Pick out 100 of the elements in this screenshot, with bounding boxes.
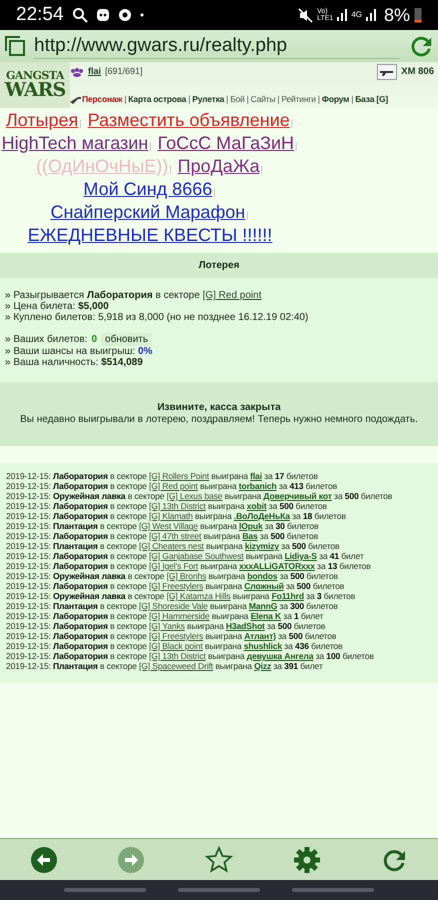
menu-link[interactable]: Рулетка — [192, 93, 224, 106]
tabs-icon[interactable] — [4, 35, 26, 57]
ad-link[interactable]: Снайперский Марафон — [50, 202, 246, 222]
player-link[interactable]: Qizz — [254, 661, 272, 671]
menu-link[interactable]: Персонаж — [82, 93, 122, 106]
menu-separator: | — [226, 93, 228, 106]
sector-link[interactable]: [G] 13th District — [149, 651, 206, 661]
player-link[interactable]: Bas — [242, 531, 258, 541]
player-link[interactable]: .ВоЛоДеНьКа — [234, 511, 290, 521]
sector-link[interactable]: [G] Bronhs — [166, 571, 206, 581]
player-link[interactable]: Сложный — [244, 581, 284, 591]
sector-link[interactable]: [G] Hammerside — [149, 611, 210, 621]
ad-link[interactable]: HighTech магазин — [2, 133, 148, 153]
player-link[interactable]: Атлант) — [244, 631, 276, 641]
sector-link[interactable]: [G] Rollers Point — [149, 471, 210, 481]
signal-icon — [337, 9, 348, 21]
sector-link[interactable]: [G] Red point — [202, 290, 262, 301]
player-link[interactable]: torbanich — [238, 481, 277, 491]
user-link[interactable]: flai — [88, 65, 102, 79]
sector-link[interactable]: [G] Katamza Hills — [166, 591, 230, 601]
sector-link[interactable]: [G] 13th District — [149, 501, 206, 511]
history-entry: 2019-12-15: Лаборатория в секторе [G] 47th street выиграна Bas за 500 билетов — [6, 531, 320, 541]
menu-link[interactable]: Форум — [322, 93, 350, 106]
ad-separator: | — [260, 164, 263, 174]
player-link[interactable]: bondos — [247, 571, 278, 581]
ad-separator: | — [213, 187, 216, 197]
player-link[interactable]: flai — [250, 471, 262, 481]
section-title: Лотерея — [0, 253, 438, 278]
player-link[interactable]: Доверчивый кот — [263, 491, 332, 501]
menu-separator: | — [277, 93, 280, 106]
back-icon[interactable] — [30, 846, 58, 874]
menu-separator: | — [318, 93, 320, 106]
menu-link[interactable]: Рейтинги — [281, 93, 316, 106]
menu-separator: | — [351, 93, 354, 106]
sector-link[interactable]: [G] Freestylers — [149, 631, 204, 641]
nav-handle[interactable] — [292, 888, 374, 892]
menu-separator: | — [246, 93, 249, 106]
sector-link[interactable]: [G] 47th street — [149, 531, 202, 541]
gun-icon — [70, 96, 82, 104]
history-entry: 2019-12-15: Оружейная лавка в секторе [G] Bronhs выиграна bondos за 500 билетов — [6, 571, 339, 581]
ad-link[interactable]: ПроДаЖа — [178, 156, 260, 176]
player-link[interactable]: xxxALLiGATORxxx — [239, 561, 315, 571]
player-link[interactable]: MannG — [248, 601, 278, 611]
history-entry: 2019-12-15: Оружейная лавка в секторе [G] Katamza Hills выиграна Fo11hrd за 3 билетов — [6, 591, 356, 601]
site-logo[interactable]: GANGSTA WARS — [0, 62, 70, 108]
player-link[interactable]: Lidiya-S — [284, 551, 317, 561]
history-entry: 2019-12-15: Плантация в секторе [G] Shoreside Vale выиграна MannG за 300 билетов — [6, 601, 339, 611]
history-entry: 2019-12-15: Плантация в секторе [G] Cheaters nest выиграна kizymizy за 500 билетов — [6, 541, 340, 551]
sector-link[interactable]: [G] Yanks — [149, 621, 185, 631]
sector-link[interactable]: [G] Cheaters nest — [139, 541, 204, 551]
history-entry: 2019-12-15: Лаборатория в секторе [G] Ganjabase Southwest выиграна Lidiya-S за 41 билет — [6, 551, 365, 561]
player-link[interactable]: H3adShot — [226, 621, 265, 631]
sector-link[interactable]: [G] Igel's Fort — [149, 561, 198, 571]
price-line: » Цена билета: $5,000 — [5, 301, 110, 312]
sector-link[interactable]: [G] Freestylers — [149, 581, 204, 591]
player-link[interactable]: Elena K — [250, 611, 282, 621]
menu-link[interactable]: База [G] — [355, 93, 388, 106]
menu-link[interactable]: Сайты — [250, 93, 276, 106]
nav-handle[interactable] — [64, 888, 146, 892]
history-entry: 2019-12-15: Лаборатория в секторе [G] Igel's Fort выиграна xxxALLiGATORxxx за 13 билетов — [6, 561, 372, 571]
ad-separator: | — [290, 118, 294, 128]
ad-separator: | — [149, 141, 152, 151]
history-entry: 2019-12-15: Лаборатория в секторе [G] Klamath выиграна .ВоЛоДеНьКа за 18 билетов — [6, 511, 347, 521]
sector-link[interactable]: [G] Spaceweed Drift — [139, 661, 214, 671]
ad-link[interactable]: Мой Синд 8666 — [83, 179, 212, 199]
history-entry: 2019-12-15: Лаборатория в секторе [G] Rollers Point выиграна flai за 17 билетов — [6, 471, 319, 481]
history-entry: 2019-12-15: Лаборатория в секторе [G] Black point выиграна shushlick за 436 билетов — [6, 641, 344, 651]
ad-link[interactable]: Лотырея — [6, 110, 78, 130]
sector-link[interactable]: [G] Shoreside Vale — [139, 601, 208, 611]
ad-separator: | — [246, 210, 249, 220]
ad-link[interactable]: Разместить объявление — [88, 110, 290, 130]
player-link[interactable]: девушка Ангела — [246, 651, 314, 661]
history-entry: 2019-12-15: Лаборатория в секторе [G] 13th District выиграна xobit за 500 билетов — [6, 501, 328, 511]
menu-link[interactable]: Бой — [230, 93, 245, 106]
ad-separator: | — [295, 141, 298, 151]
sector-link[interactable]: [G] Black point — [149, 641, 203, 651]
star-icon[interactable] — [204, 846, 233, 874]
refresh-button[interactable]: обновить — [101, 333, 152, 346]
player-link[interactable]: xobit — [246, 501, 267, 511]
sector-link[interactable]: [G] Lexus base — [166, 491, 222, 501]
history-entry: 2019-12-15: Лаборатория в секторе [G] Red point выиграна torbanich за 413 билетов — [6, 481, 338, 491]
health-text: [691/691] — [105, 65, 143, 78]
player-link[interactable]: Fo11hrd — [272, 591, 304, 601]
nav-handle[interactable] — [178, 888, 260, 892]
ad-link[interactable]: ГоСсС МаГаЗиН — [158, 133, 294, 153]
sector-link[interactable]: [G] West Village — [139, 521, 198, 531]
sector-link[interactable]: [G] Klamath — [149, 511, 193, 521]
sector-link[interactable]: [G] Red point — [149, 481, 198, 491]
player-link[interactable]: shushlick — [244, 641, 282, 651]
sector-link[interactable]: [G] Ganjabase Southwest — [149, 551, 244, 561]
menu-separator: | — [188, 93, 190, 106]
history-entry: 2019-12-15: Лаборатория в секторе [G] Yanks выиграна H3adShot за 500 билетов — [6, 621, 326, 631]
history-entry: 2019-12-15: Плантация в секторе [G] West Village выиграна lOpuk за 30 билетов — [6, 521, 320, 531]
settings-icon[interactable] — [292, 846, 321, 874]
history-entry: 2019-12-15: Лаборатория в секторе [G] Freestylers выиграна Сложный за 500 билетов — [6, 581, 346, 591]
history-entry: 2019-12-15: Лаборатория в секторе [G] Hammerside выиграна Elena K за 1 билет — [6, 611, 324, 621]
menu-link[interactable]: Карта острова — [128, 93, 186, 106]
player-link[interactable]: lOpuk — [238, 521, 263, 531]
ad-link[interactable]: ЕЖЕДНЕВНЫЕ КВЕСТЫ !!!!!! — [28, 225, 272, 245]
player-link[interactable]: kizymizy — [244, 541, 280, 551]
